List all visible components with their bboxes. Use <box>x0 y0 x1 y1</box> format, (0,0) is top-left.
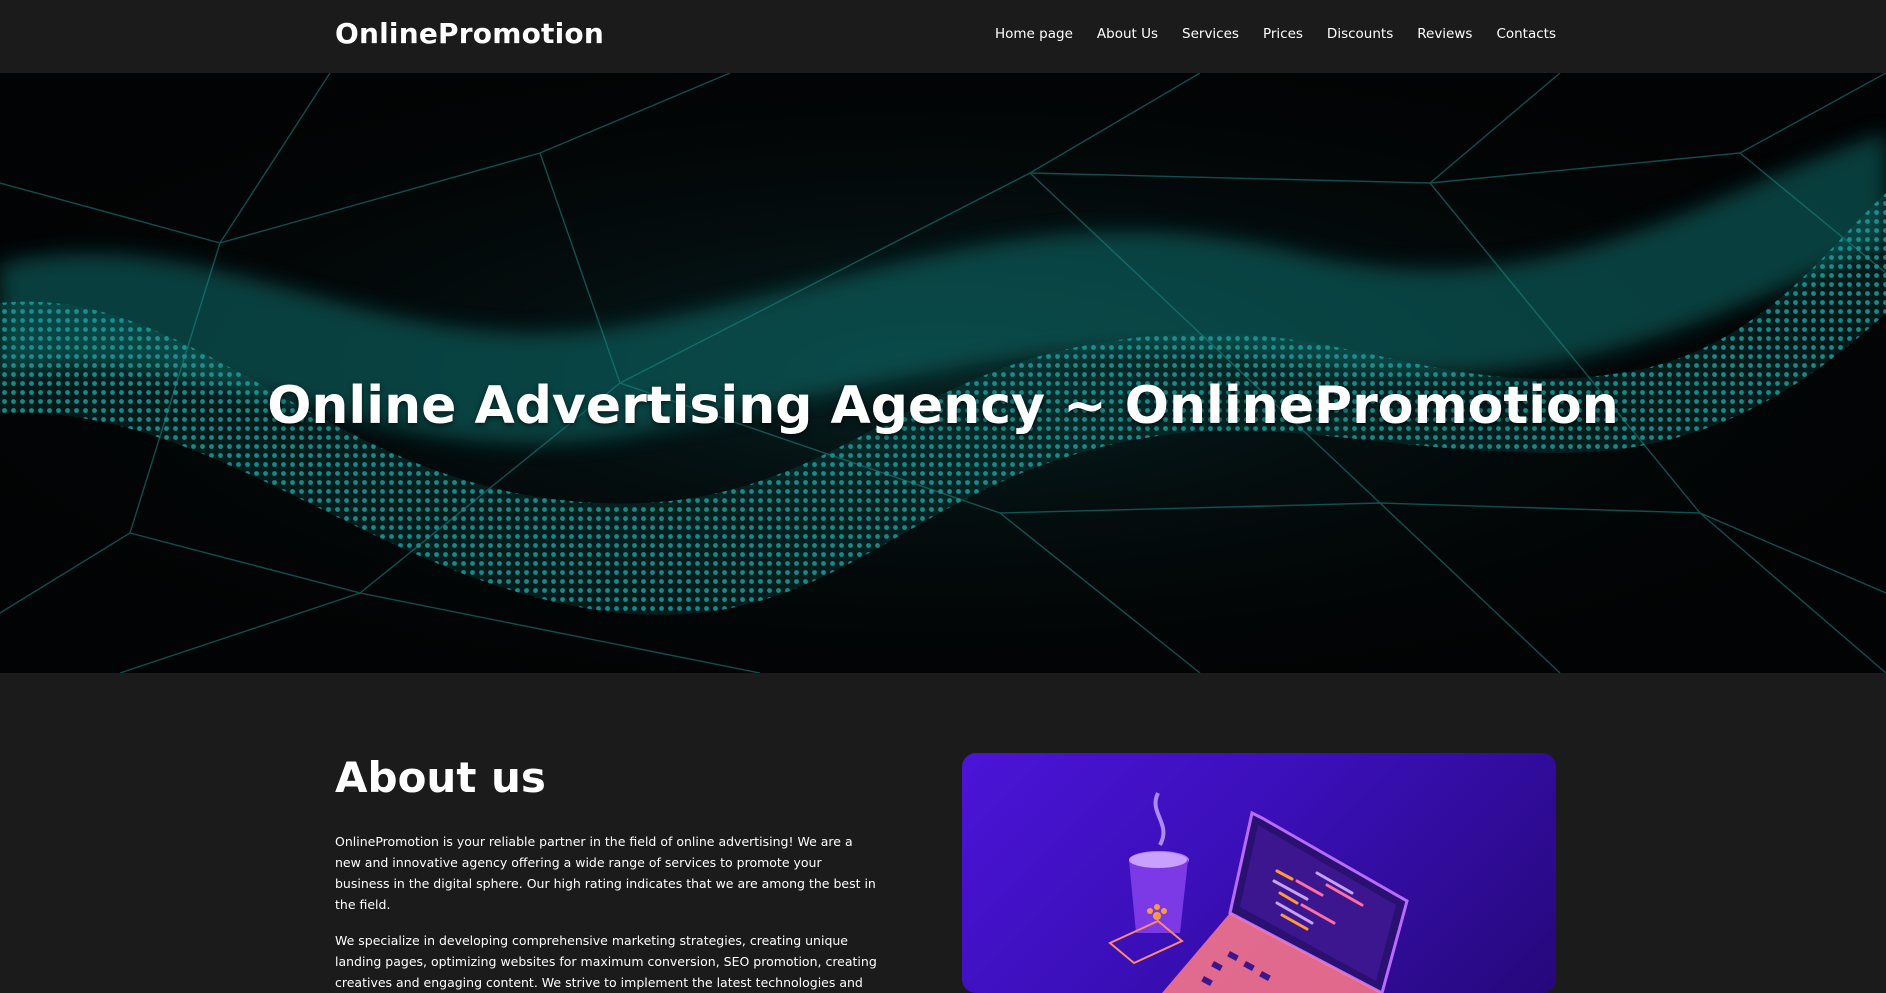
laptop-icon <box>1162 810 1409 993</box>
nav-discounts[interactable]: Discounts <box>1327 26 1393 42</box>
main-nav: Home page About Us Services Prices Disco… <box>971 26 1556 42</box>
nav-prices[interactable]: Prices <box>1263 26 1303 42</box>
nav-home[interactable]: Home page <box>995 26 1073 42</box>
site-logo[interactable]: OnlinePromotion <box>335 17 604 50</box>
hero-background-wave <box>0 73 1886 673</box>
about-paragraph-1: OnlinePromotion is your reliable partner… <box>335 834 876 912</box>
hero-title: Online Advertising Agency ~ OnlinePromot… <box>267 375 1619 436</box>
about-heading: About us <box>335 753 546 802</box>
about-section: About us OnlinePromotion is your reliabl… <box>0 673 1886 993</box>
about-illustration <box>962 753 1556 993</box>
nav-services[interactable]: Services <box>1182 26 1239 42</box>
hero-banner: Online Advertising Agency ~ OnlinePromot… <box>0 73 1886 673</box>
nav-contacts[interactable]: Contacts <box>1496 26 1556 42</box>
about-paragraph-2: We specialize in developing comprehensiv… <box>335 933 877 990</box>
coffee-cup-icon <box>1108 792 1189 965</box>
nav-reviews[interactable]: Reviews <box>1417 26 1472 42</box>
laptop-and-coffee-illustration <box>1108 792 1409 993</box>
top-navigation-bar: OnlinePromotion Home page About Us Servi… <box>0 0 1886 73</box>
nav-about[interactable]: About Us <box>1097 26 1158 42</box>
